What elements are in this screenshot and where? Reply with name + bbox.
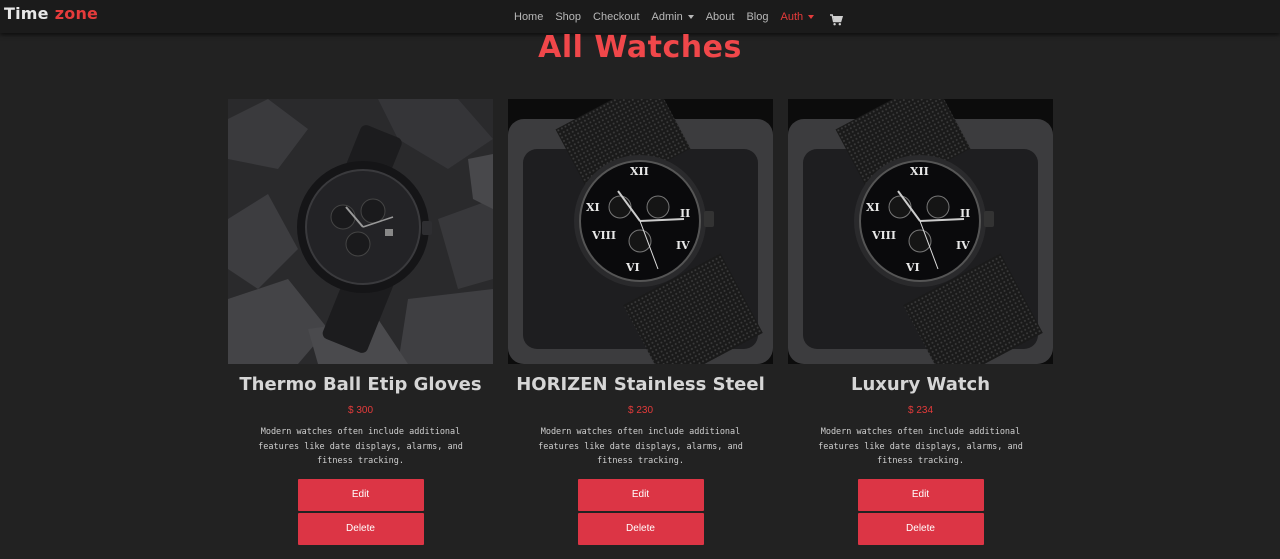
brand-logo[interactable]: Time zone — [4, 4, 98, 23]
caret-down-icon — [687, 15, 694, 19]
svg-text:IV: IV — [956, 239, 970, 252]
nav-admin-dropdown[interactable]: Admin — [652, 11, 694, 23]
svg-text:XI: XI — [586, 201, 600, 214]
nav-menu: Home Shop Checkout Admin About Blog Auth — [508, 0, 844, 33]
navbar: Time zone Home Shop Checkout Admin About … — [0, 0, 1280, 33]
product-title: HORIZEN Stainless Steel — [516, 374, 765, 395]
svg-text:VI: VI — [625, 261, 640, 274]
product-image[interactable] — [228, 99, 493, 364]
svg-text:VIII: VIII — [871, 229, 896, 242]
product-title: Luxury Watch — [850, 374, 991, 395]
nav-blog[interactable]: Blog — [746, 11, 768, 23]
product-description: Modern watches often include additional … — [818, 427, 1023, 466]
edit-button[interactable]: Edit — [577, 478, 704, 511]
svg-text:VI: VI — [905, 261, 920, 274]
nav-about[interactable]: About — [706, 11, 735, 23]
page-title: All Watches — [538, 30, 742, 65]
shopping-cart-icon[interactable] — [830, 13, 844, 26]
svg-text:IV: IV — [676, 239, 690, 252]
product-price: $ 230 — [627, 405, 654, 416]
nav-shop[interactable]: Shop — [555, 11, 581, 23]
nav-admin-label: Admin — [651, 10, 683, 23]
product-card: XI VIII VI IV II XII Luxury Watch $ 234 Mod… — [788, 99, 1053, 545]
delete-button[interactable]: Delete — [577, 512, 704, 545]
edit-button[interactable]: Edit — [297, 478, 424, 511]
product-grid: Thermo Ball Etip Gloves $ 300 Modern wat… — [228, 99, 1053, 545]
svg-text:II: II — [680, 207, 690, 220]
edit-button[interactable]: Edit — [857, 478, 984, 511]
product-card: Thermo Ball Etip Gloves $ 300 Modern wat… — [228, 99, 493, 545]
svg-text:II: II — [960, 207, 970, 220]
svg-text:VIII: VIII — [591, 229, 616, 242]
product-price: $ 234 — [907, 405, 934, 416]
svg-text:XII: XII — [630, 165, 649, 178]
product-price: $ 300 — [347, 405, 374, 416]
product-description: Modern watches often include additional … — [258, 427, 463, 466]
caret-down-icon — [808, 15, 815, 19]
nav-auth-dropdown[interactable]: Auth — [781, 11, 815, 23]
nav-checkout[interactable]: Checkout — [593, 11, 639, 23]
delete-button[interactable]: Delete — [297, 512, 424, 545]
product-image[interactable]: XI VIII VI IV II XII — [508, 99, 773, 364]
product-card: XI VIII VI IV II XII HORIZEN Stainless Stee… — [508, 99, 773, 545]
brand-part-2: zone — [54, 4, 99, 23]
product-description: Modern watches often include additional … — [538, 427, 743, 466]
svg-text:XII: XII — [910, 165, 929, 178]
brand-part-1: Time — [4, 4, 49, 23]
nav-home[interactable]: Home — [514, 11, 543, 23]
nav-auth-label: Auth — [780, 10, 804, 23]
product-image[interactable]: XI VIII VI IV II XII — [788, 99, 1053, 364]
delete-button[interactable]: Delete — [857, 512, 984, 545]
svg-text:XI: XI — [866, 201, 880, 214]
product-title: Thermo Ball Etip Gloves — [239, 374, 482, 395]
